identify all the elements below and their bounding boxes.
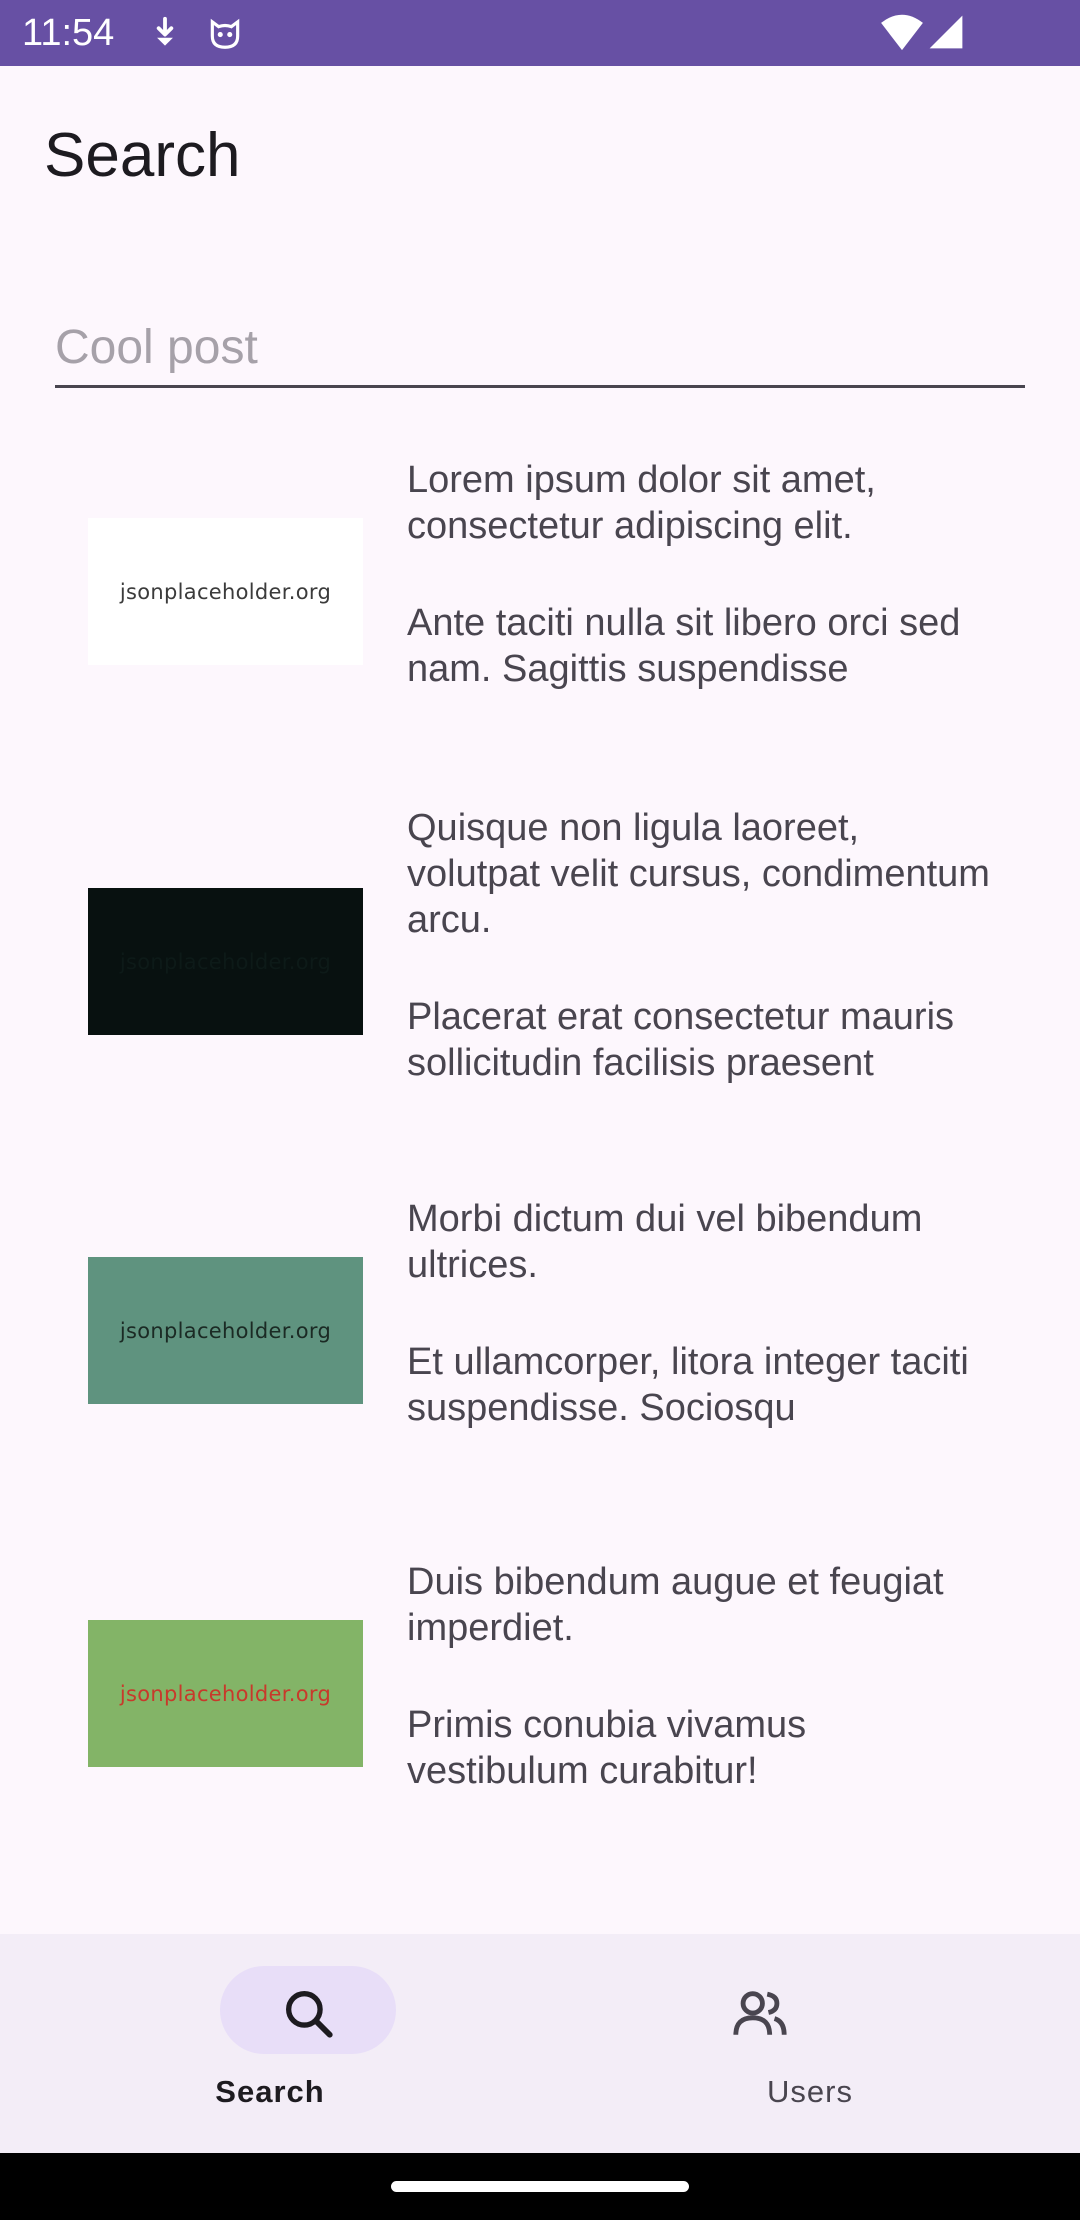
- post-thumbnail: jsonplaceholder.org: [88, 518, 363, 665]
- nav-label-search: Search: [215, 2074, 325, 2109]
- thumbnail-label: jsonplaceholder.org: [119, 579, 332, 604]
- post-body: Primis conubia vivamus vestibulum curabi…: [407, 1704, 807, 1792]
- nav-item-search[interactable]: Search: [0, 1934, 540, 2153]
- nav-label-users: Users: [767, 2074, 853, 2109]
- gesture-navigation-bar: [0, 2153, 1080, 2220]
- post-thumbnail: jsonplaceholder.org: [88, 1257, 363, 1404]
- post-list[interactable]: jsonplaceholder.org Lorem ipsum dolor si…: [0, 390, 1080, 1934]
- post-body: Et ullamcorper, litora integer taciti su…: [407, 1341, 969, 1429]
- post-thumbnail: jsonplaceholder.org: [88, 1620, 363, 1767]
- post-title: Duis bibendum augue et feugiat imperdiet…: [407, 1561, 944, 1649]
- search-icon: [286, 1991, 333, 2038]
- search-field[interactable]: [55, 310, 1025, 388]
- page-title: Search: [44, 121, 241, 190]
- post-title: Morbi dictum dui vel bibendum ultrices.: [407, 1198, 923, 1286]
- post-title: Quisque non ligula laoreet, volutpat vel…: [407, 807, 990, 941]
- post-title: Lorem ipsum dolor sit amet, consectetur …: [407, 459, 876, 547]
- thumbnail-label: jsonplaceholder.org: [119, 1318, 332, 1343]
- bottom-navigation: Search Users: [0, 1934, 1080, 2153]
- users-icon: [733, 1991, 787, 2035]
- cell-signal-icon: [929, 15, 963, 49]
- post-thumbnail: jsonplaceholder.org: [88, 888, 363, 1035]
- post-body: Ante taciti nulla sit libero orci sed na…: [407, 602, 961, 690]
- status-time: 11:54: [22, 12, 115, 54]
- cat-face-icon: [210, 18, 240, 49]
- post-body: Placerat erat consectetur mauris sollici…: [407, 996, 955, 1084]
- status-bar: 11:54: [0, 0, 1080, 66]
- home-gesture-handle[interactable]: [391, 2181, 689, 2192]
- download-icon: [156, 16, 174, 46]
- wifi-icon: [881, 14, 923, 51]
- thumbnail-label: jsonplaceholder.org: [119, 949, 332, 974]
- thumbnail-label: jsonplaceholder.org: [119, 1681, 332, 1706]
- nav-item-users[interactable]: Users: [540, 1934, 1080, 2153]
- search-input[interactable]: [55, 310, 1025, 384]
